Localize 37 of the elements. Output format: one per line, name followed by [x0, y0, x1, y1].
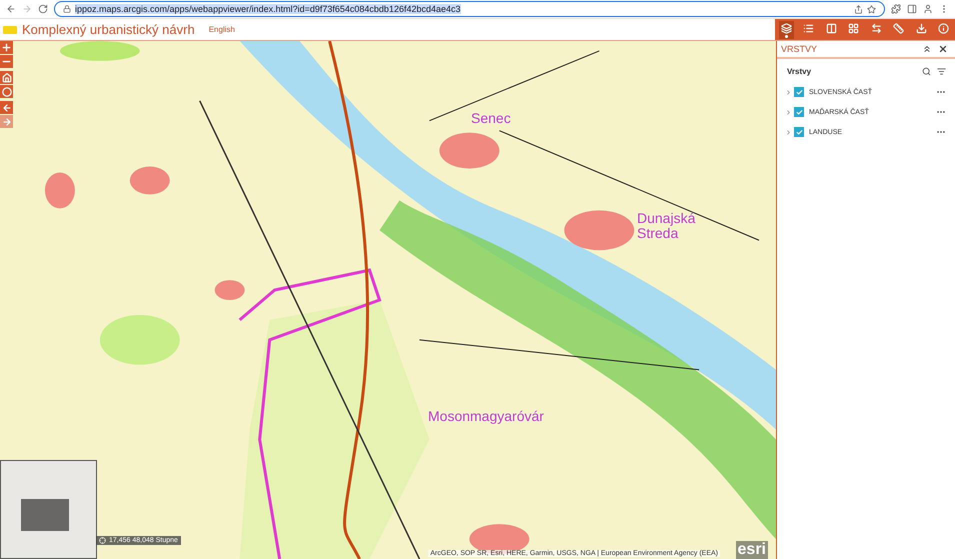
share-icon[interactable]	[854, 4, 863, 14]
filter-icon[interactable]	[937, 67, 946, 76]
map-place-label: Mosonmagyaróvár	[428, 409, 544, 424]
crosshair-icon[interactable]	[99, 537, 106, 544]
map-place-label: Dunajská Streda	[637, 211, 696, 240]
layers-tool-button[interactable]	[778, 20, 794, 38]
expand-icon[interactable]	[785, 108, 792, 116]
logo-text: esri	[736, 541, 768, 559]
layers-icon[interactable]	[780, 22, 792, 34]
compare-icon[interactable]	[826, 22, 837, 34]
address-bar[interactable]: ippoz.maps.arcgis.com/apps/webappviewer/index.html?id=d9f73f654c084cbdb126f42bcd4ae4c3	[54, 1, 885, 17]
map-place-label: Senec	[471, 111, 511, 126]
bookmark-star-icon[interactable]	[867, 4, 876, 14]
ruler-icon[interactable]	[893, 22, 904, 34]
url-text: ippoz.maps.arcgis.com/apps/webappviewer/index.html?id=d9f73f654c084cbdb126f42bcd4ae4c3	[75, 4, 461, 14]
side-panel-icon[interactable]	[907, 4, 917, 14]
expand-icon[interactable]	[785, 88, 792, 96]
extensions-icon[interactable]	[891, 4, 901, 14]
expand-icon[interactable]	[785, 128, 792, 136]
language-link[interactable]: English	[208, 25, 235, 34]
info-icon[interactable]	[938, 22, 950, 34]
layer-list-heading: Vrstvy	[787, 67, 812, 76]
double-chevron-up-icon[interactable]	[922, 44, 932, 54]
list-icon[interactable]	[803, 22, 814, 34]
close-icon[interactable]	[938, 44, 948, 54]
panel-title: VRSTVY	[781, 44, 818, 54]
swap-icon[interactable]	[870, 22, 882, 34]
profile-icon[interactable]	[923, 4, 933, 14]
app-logo	[3, 26, 17, 34]
search-icon[interactable]	[922, 67, 931, 76]
lock-icon	[63, 5, 71, 13]
reload-icon[interactable]	[38, 4, 48, 14]
app-title: Komplexný urbanistický návrh	[22, 22, 195, 37]
download-icon[interactable]	[916, 22, 927, 34]
back-icon[interactable]	[6, 4, 16, 14]
grid-icon[interactable]	[848, 22, 860, 34]
overview-map[interactable]	[0, 460, 97, 559]
